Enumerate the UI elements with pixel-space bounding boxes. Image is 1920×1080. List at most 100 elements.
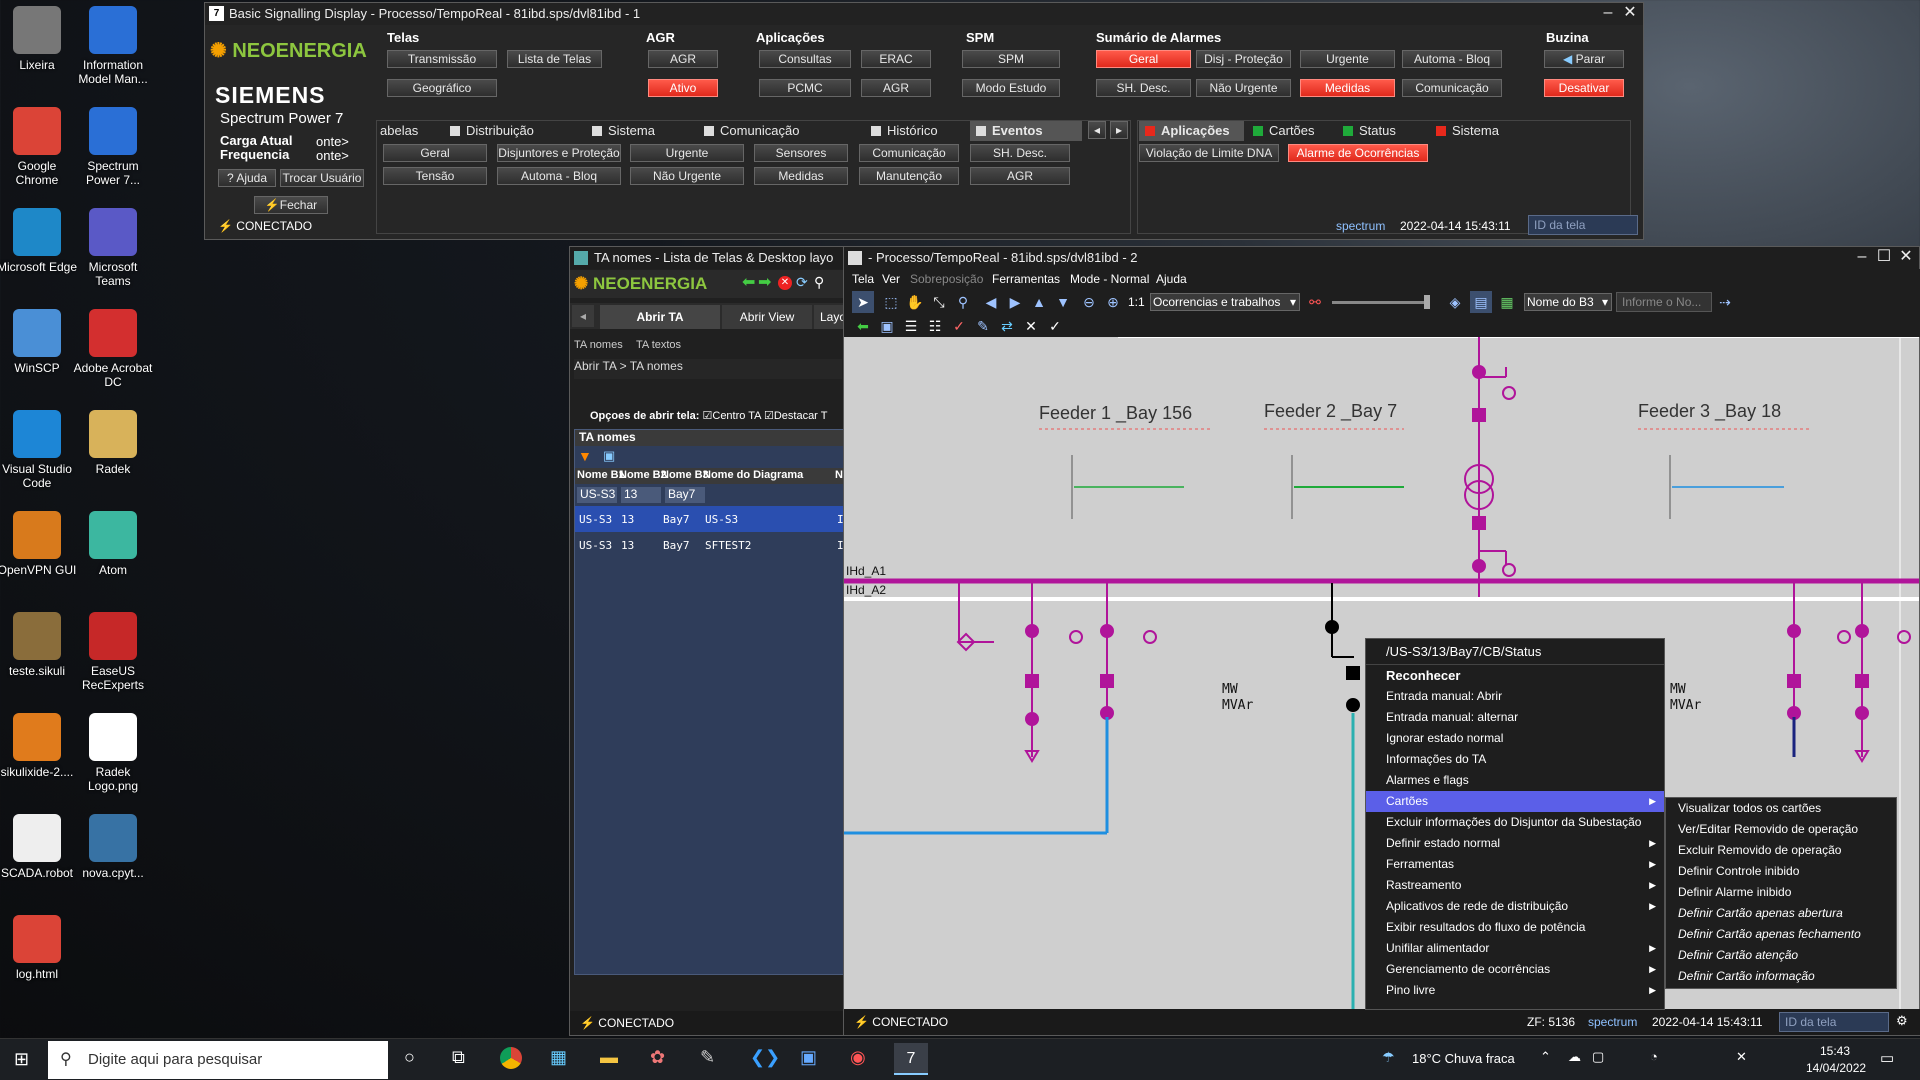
left-arrow-icon[interactable]: ◀ xyxy=(980,291,1002,313)
layers-icon[interactable]: ◈ xyxy=(1444,291,1466,313)
menu-4[interactable]: Mode - Normal xyxy=(1070,272,1149,286)
pointer-icon[interactable]: ➤ xyxy=(852,291,874,313)
zoom-slider[interactable] xyxy=(1332,301,1428,304)
zoom-out-icon[interactable]: ⊖ xyxy=(1078,291,1100,313)
disable-buzzer-button[interactable]: Desativar xyxy=(1544,79,1624,97)
desktop-icon-winscp-icon[interactable]: WinSCP xyxy=(0,309,79,375)
tab-2[interactable]: Sistema xyxy=(586,121,696,141)
modo-estudo-button[interactable]: Modo Estudo xyxy=(962,79,1060,97)
cancel-icon[interactable]: ✕ xyxy=(1020,315,1042,337)
close-red-icon[interactable]: ✕ xyxy=(778,276,792,290)
desktop-icon-vscode-icon[interactable]: Visual Studio Code xyxy=(0,410,79,490)
status-tab-1[interactable]: Cartões xyxy=(1247,121,1335,141)
menu-2[interactable]: Sobreposição xyxy=(910,272,983,286)
fit-icon[interactable]: ⤡ xyxy=(928,291,950,313)
tab-0[interactable]: abelas xyxy=(378,121,438,141)
desktop-icon-recycle-bin-icon[interactable]: Lixeira xyxy=(0,6,79,72)
status-tab-3[interactable]: Sistema xyxy=(1430,121,1526,141)
list-icon[interactable]: ☰ xyxy=(900,315,922,337)
pan-hand-icon[interactable]: ✋ xyxy=(904,291,926,313)
filter-b2[interactable]: 13 xyxy=(621,487,661,503)
telas-geografico-button[interactable]: Geográfico xyxy=(387,79,497,97)
desktop-icon-atom-icon[interactable]: Atom xyxy=(71,511,155,577)
screen-id-input[interactable]: ID da tela xyxy=(1779,1012,1889,1032)
swap-icon[interactable]: ⇄ xyxy=(996,315,1018,337)
tray-network-icon[interactable]: ◔ xyxy=(1650,1049,1658,1064)
context-menu-item[interactable]: Definir estado normal ▶ xyxy=(1366,833,1664,854)
context-menu-item[interactable]: Alarmes e flags xyxy=(1366,770,1664,791)
table-row[interactable]: US-S3 13 Bay7 US-S3 I xyxy=(575,506,844,532)
menu-5[interactable]: Ajuda xyxy=(1156,272,1187,286)
desktop-icon-java-icon[interactable]: sikulixide-2.... xyxy=(0,713,79,779)
back-green-icon[interactable]: ⬅ xyxy=(852,315,874,337)
tray-time[interactable]: 15:43 xyxy=(1820,1044,1850,1058)
window-title-bar[interactable]: 7 Basic Signalling Display - Processo/Te… xyxy=(205,3,1643,25)
tab-prev-button[interactable]: ◂ xyxy=(1088,121,1106,139)
submenu-item[interactable]: Definir Cartão informação xyxy=(1666,966,1896,987)
zoom-icon[interactable]: ⚲ xyxy=(814,274,824,291)
event-filter-button[interactable]: Automa - Bloq xyxy=(497,167,621,185)
submenu-item[interactable]: Definir Controle inibido xyxy=(1666,861,1896,882)
submenu-item[interactable]: Definir Cartão atenção xyxy=(1666,945,1896,966)
event-filter-button[interactable]: Não Urgente xyxy=(630,167,744,185)
desktop-icon-edge-icon[interactable]: Microsoft Edge xyxy=(0,208,79,274)
spm-button[interactable]: SPM xyxy=(962,50,1060,68)
filter-icon[interactable]: ▼ xyxy=(578,448,592,464)
tab-scroll-left[interactable]: ◂ xyxy=(572,305,594,327)
telas-transmissao-button[interactable]: Transmissão xyxy=(387,50,497,68)
filter-b3[interactable]: Bay7 xyxy=(665,487,705,503)
spectrum-taskbar-icon[interactable]: 7 xyxy=(894,1043,928,1075)
tray-cloud-icon[interactable]: ☁ xyxy=(1568,1049,1581,1065)
alarm-button[interactable]: Medidas xyxy=(1300,79,1395,97)
alarm-button[interactable]: Comunicação xyxy=(1402,79,1502,97)
event-filter-button[interactable]: Geral xyxy=(383,144,487,162)
tab-abrir-ta[interactable]: Abrir TA xyxy=(600,305,720,329)
settings-icon[interactable]: ⚙ xyxy=(1896,1013,1908,1029)
desktop-icon-folder-icon[interactable]: Radek xyxy=(71,410,155,476)
event-filter-button[interactable]: Urgente xyxy=(630,144,744,162)
breadcrumb-item[interactable]: TA nomes xyxy=(630,359,683,373)
desktop-icon-image-icon[interactable]: Radek Logo.png xyxy=(71,713,155,793)
center-checkbox[interactable]: ☑ xyxy=(703,410,713,422)
name-search-input[interactable]: Informe o No... xyxy=(1616,292,1712,312)
alarm-button[interactable]: SH. Desc. xyxy=(1096,79,1191,97)
violacao-button[interactable]: Violação de Limite DNA xyxy=(1139,144,1279,162)
context-menu-item[interactable]: Unifilar alimentador ▶ xyxy=(1366,938,1664,959)
zoom-slider-thumb[interactable] xyxy=(1424,295,1430,309)
context-menu-item[interactable]: Excluir informações do Disjuntor da Sube… xyxy=(1366,812,1664,833)
subtab-ta-nomes[interactable]: TA nomes xyxy=(574,339,623,351)
submenu-item[interactable]: Definir Cartão apenas abertura xyxy=(1666,903,1896,924)
back-icon[interactable]: ⬅ xyxy=(742,272,755,292)
weather-text[interactable]: 18°C Chuva fraca xyxy=(1412,1051,1515,1066)
tab-5[interactable]: Eventos xyxy=(970,121,1082,141)
event-filter-button[interactable]: Comunicação xyxy=(859,144,959,162)
app-icon[interactable]: ✎ xyxy=(700,1047,715,1068)
chart-icon[interactable]: ✓ xyxy=(948,315,970,337)
tab-next-button[interactable]: ▸ xyxy=(1110,121,1128,139)
context-menu-item[interactable]: Reconhecer xyxy=(1366,665,1664,686)
desktop-icon-chrome-icon[interactable]: Google Chrome xyxy=(0,107,79,187)
help-button[interactable]: ? Ajuda xyxy=(218,169,276,187)
confirm-icon[interactable]: ✓ xyxy=(1044,315,1066,337)
right-arrow-icon[interactable]: ▶ xyxy=(1004,291,1026,313)
maximize-button[interactable]: ☐ xyxy=(1873,247,1895,269)
tray-app-icon[interactable]: ▢ xyxy=(1592,1049,1604,1065)
context-menu-item[interactable]: Ferramentas ▶ xyxy=(1366,854,1664,875)
print-icon[interactable]: ▣ xyxy=(876,315,898,337)
context-menu-item[interactable]: Entrada manual: alternar xyxy=(1366,707,1664,728)
event-filter-button[interactable]: SH. Desc. xyxy=(970,144,1070,162)
down-arrow-icon[interactable]: ▼ xyxy=(1052,291,1074,313)
event-filter-button[interactable]: Sensores xyxy=(754,144,848,162)
alarm-button[interactable]: Geral xyxy=(1096,50,1191,68)
alarme-ocorrencias-button[interactable]: Alarme de Ocorrências xyxy=(1288,144,1428,162)
consultas-button[interactable]: Consultas xyxy=(759,50,851,68)
column-header[interactable]: Nome B3 xyxy=(661,469,709,481)
status-tab-0[interactable]: Aplicações xyxy=(1139,121,1244,141)
b3-name-combo[interactable]: Nome do B3 ▾ xyxy=(1524,293,1612,311)
context-menu-item[interactable]: Informações do TA xyxy=(1366,749,1664,770)
notification-icon[interactable]: ▭ xyxy=(1880,1049,1894,1067)
event-filter-button[interactable]: Tensão xyxy=(383,167,487,185)
apl-agr-button[interactable]: AGR xyxy=(861,79,931,97)
desktop-icon-openvpn-icon[interactable]: OpenVPN GUI xyxy=(0,511,79,577)
event-filter-button[interactable]: Manutenção xyxy=(859,167,959,185)
